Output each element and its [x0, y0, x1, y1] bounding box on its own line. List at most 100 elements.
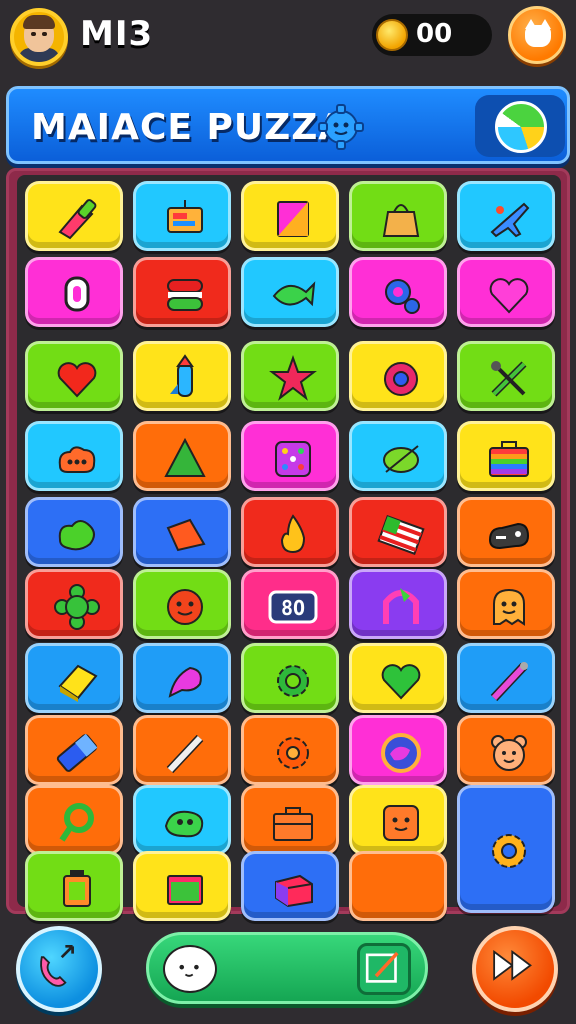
sign-icon	[167, 200, 203, 233]
sun-icon	[492, 834, 526, 868]
toolbox-icon	[273, 807, 313, 841]
tile-notebook[interactable]	[241, 181, 339, 251]
hint-button[interactable]	[16, 926, 102, 1012]
arch-icon	[383, 588, 419, 624]
tile-gear[interactable]	[349, 257, 447, 327]
tile-sign[interactable]	[133, 181, 231, 251]
shell-icon	[168, 666, 202, 698]
avatar-eye-right	[42, 32, 47, 36]
tile-rainbow-case[interactable]	[457, 421, 555, 491]
tile-toolbox[interactable]	[241, 785, 339, 855]
counter-icon: 8O	[268, 590, 318, 624]
tile-clock[interactable]	[349, 715, 447, 785]
chat-icon[interactable]	[163, 945, 217, 993]
tile-counter[interactable]: 8O	[241, 569, 339, 639]
tile-star[interactable]	[241, 341, 339, 411]
pen-icon	[166, 734, 204, 774]
tools-icon	[491, 361, 527, 397]
tile-rocket[interactable]	[133, 341, 231, 411]
phone-arrow-icon	[40, 944, 74, 987]
tile-flame[interactable]	[241, 497, 339, 567]
tile-jar[interactable]	[25, 851, 123, 921]
tile-fish[interactable]	[241, 257, 339, 327]
tile-lipstick[interactable]	[25, 181, 123, 251]
smiley-blob-icon	[167, 589, 203, 625]
rainbow-case-icon	[489, 441, 529, 477]
tile-bear[interactable]	[457, 715, 555, 785]
heart-icon	[489, 278, 529, 314]
ghost-icon	[493, 588, 525, 626]
heart-icon	[381, 664, 421, 700]
eraser-icon	[56, 733, 98, 772]
cloud-icon	[58, 446, 96, 473]
tile-shell[interactable]	[133, 643, 231, 713]
donut-icon	[384, 362, 418, 396]
heart-icon	[57, 362, 97, 398]
ring-icon	[59, 803, 94, 842]
block-icon	[58, 664, 98, 702]
tile-macaron[interactable]	[133, 257, 231, 327]
jar-icon	[63, 870, 91, 907]
tile-tools[interactable]	[457, 341, 555, 411]
zero-icon	[64, 276, 90, 312]
tile-donut[interactable]	[349, 341, 447, 411]
tile-ghost[interactable]	[457, 569, 555, 639]
player-name: MI3	[80, 14, 154, 54]
player-avatar[interactable]	[10, 8, 68, 66]
tile-pen[interactable]	[133, 715, 231, 785]
tile-zero[interactable]	[25, 257, 123, 327]
tile-plane[interactable]	[457, 181, 555, 251]
tile-bag[interactable]	[349, 181, 447, 251]
bear-icon	[491, 735, 527, 771]
tile-heart[interactable]	[25, 341, 123, 411]
rocket-icon	[170, 354, 194, 397]
tile-wedge[interactable]	[133, 497, 231, 567]
tile-triangle[interactable]	[133, 421, 231, 491]
flag-icon	[377, 515, 425, 555]
tile-gamepad[interactable]	[457, 497, 555, 567]
ball-icon	[495, 101, 547, 153]
mascot-menu-button[interactable]	[508, 6, 566, 64]
tile-blob[interactable]	[25, 497, 123, 567]
tile-flag[interactable]	[349, 497, 447, 567]
edit-button[interactable]	[357, 943, 411, 995]
tile-flower[interactable]	[25, 569, 123, 639]
coin-counter[interactable]: 00	[372, 14, 492, 56]
game-screen: MI3 00 MAIACE PUZZA 8O	[0, 0, 576, 1024]
flame-icon	[280, 514, 306, 554]
leaf-icon	[383, 445, 419, 473]
game-title: MAIACE PUZZA	[31, 107, 348, 148]
tile-ring[interactable]	[25, 785, 123, 855]
tile-creature[interactable]	[133, 785, 231, 855]
tile-cube[interactable]	[241, 851, 339, 921]
tile-empty[interactable]	[349, 851, 447, 921]
cog-icon	[277, 665, 309, 697]
tile-dice[interactable]	[241, 421, 339, 491]
avatar-hair	[23, 15, 55, 29]
tile-sun[interactable]	[457, 785, 555, 913]
tile-block[interactable]	[25, 643, 123, 713]
fast-forward-button[interactable]	[472, 926, 558, 1012]
tile-screen[interactable]	[133, 851, 231, 921]
tile-gear[interactable]	[241, 715, 339, 785]
tile-eraser[interactable]	[25, 715, 123, 785]
gear-creature-icon	[318, 104, 364, 150]
tile-smiley-blob[interactable]	[133, 569, 231, 639]
screen-icon	[167, 875, 203, 905]
coin-icon	[376, 19, 408, 51]
tile-cog[interactable]	[241, 643, 339, 713]
star-icon	[269, 355, 317, 401]
tile-heart[interactable]	[349, 643, 447, 713]
dice-icon	[275, 441, 311, 477]
ball-button[interactable]	[475, 95, 565, 157]
tile-wand[interactable]	[457, 643, 555, 713]
action-bar[interactable]	[146, 932, 428, 1004]
tile-leaf[interactable]	[349, 421, 447, 491]
macaron-icon	[167, 279, 203, 311]
tile-heart[interactable]	[457, 257, 555, 327]
top-bar: MI3 00	[0, 0, 576, 76]
face-box-icon	[383, 805, 419, 841]
tile-arch[interactable]	[349, 569, 447, 639]
tile-cloud[interactable]	[25, 421, 123, 491]
tile-face-box[interactable]	[349, 785, 447, 855]
